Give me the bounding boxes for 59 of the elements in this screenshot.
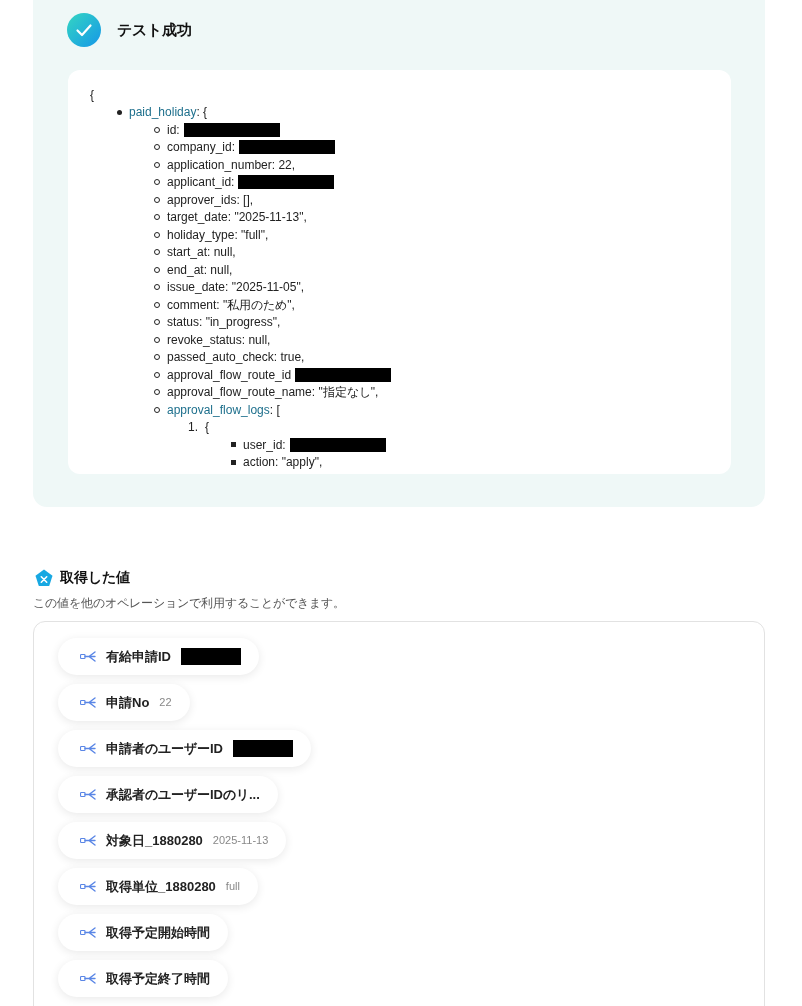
code-line: passed_auto_check: true, xyxy=(167,349,305,367)
section-description: この値を他のオペレーションで利用することができます。 xyxy=(33,595,345,611)
section-title: 取得した値 xyxy=(60,568,130,587)
fork-arrow-icon xyxy=(80,835,96,846)
output-value: 22 xyxy=(159,695,172,711)
code-line: user_id: xyxy=(243,436,286,454)
code-line: company_id: xyxy=(167,139,236,157)
fork-arrow-icon xyxy=(80,697,96,708)
code-line: id: xyxy=(167,121,180,139)
code-text: { xyxy=(205,419,209,437)
code-line: end_at: null, xyxy=(167,261,233,279)
fork-arrow-icon xyxy=(80,651,96,662)
output-label: 申請No xyxy=(106,693,150,712)
output-label: 申請者のユーザーID xyxy=(106,739,223,758)
collapsible-key[interactable]: approval_flow_logs xyxy=(167,400,270,419)
code-line: issue_date: "2025-11-05", xyxy=(167,279,305,297)
code-line: applicant_id: xyxy=(167,174,235,192)
fork-arrow-icon xyxy=(80,973,96,984)
output-chip[interactable]: 申請者のユーザーID xyxy=(58,730,311,767)
output-chip[interactable]: 取得予定開始時間 xyxy=(58,914,228,951)
check-circle-icon xyxy=(67,13,101,47)
output-label: 取得予定開始時間 xyxy=(106,923,210,942)
code-line: approval_flow_route_id xyxy=(167,366,292,384)
code-line: application_number: 22, xyxy=(167,156,296,174)
output-chip[interactable]: 申請No 22 xyxy=(58,684,190,721)
code-line: revoke_status: null, xyxy=(167,331,271,349)
output-label: 取得予定終了時間 xyxy=(106,969,210,988)
output-chip[interactable]: 承認者のユーザーIDのリ... xyxy=(58,776,278,813)
output-chip[interactable]: 有給申請ID xyxy=(58,638,259,675)
output-label: 有給申請ID xyxy=(106,647,171,666)
code-text: : { xyxy=(196,104,208,122)
output-chip[interactable]: 取得単位_1880280 full xyxy=(58,868,258,905)
code-line: target_date: "2025-11-13", xyxy=(167,209,307,227)
code-text: : [ xyxy=(269,401,280,419)
code-line: approval_flow_route_name: "指定なし", xyxy=(167,384,379,402)
fork-arrow-icon xyxy=(80,743,96,754)
code-text: { xyxy=(90,86,94,104)
list-number: 1. xyxy=(188,419,198,437)
square-bullet-icon xyxy=(231,442,236,448)
disc-bullet-icon xyxy=(117,109,122,115)
output-label: 取得単位_1880280 xyxy=(106,877,216,896)
fork-arrow-icon xyxy=(80,927,96,938)
output-label: 承認者のユーザーIDのリ... xyxy=(106,785,260,804)
variable-pentagon-icon xyxy=(35,568,53,587)
code-line: action: "apply", xyxy=(243,454,323,472)
square-bullet-icon xyxy=(231,459,236,465)
code-line: start_at: null, xyxy=(167,244,236,262)
output-value: full xyxy=(225,879,240,895)
code-line: comment: "私用のため", xyxy=(167,296,295,314)
fork-arrow-icon xyxy=(80,789,96,800)
output-chip[interactable]: 取得予定終了時間 xyxy=(58,960,228,997)
output-label: 対象日_1880280 xyxy=(106,831,203,850)
output-chip[interactable]: 対象日_1880280 2025-11-13 xyxy=(58,822,287,859)
fork-arrow-icon xyxy=(80,881,96,892)
result-title: テスト成功 xyxy=(117,19,192,40)
output-value: 2025-11-13 xyxy=(212,833,269,849)
code-line: status: "in_progress", xyxy=(167,314,281,332)
code-line: holiday_type: "full", xyxy=(167,226,269,244)
code-line: approver_ids: [], xyxy=(167,191,254,209)
